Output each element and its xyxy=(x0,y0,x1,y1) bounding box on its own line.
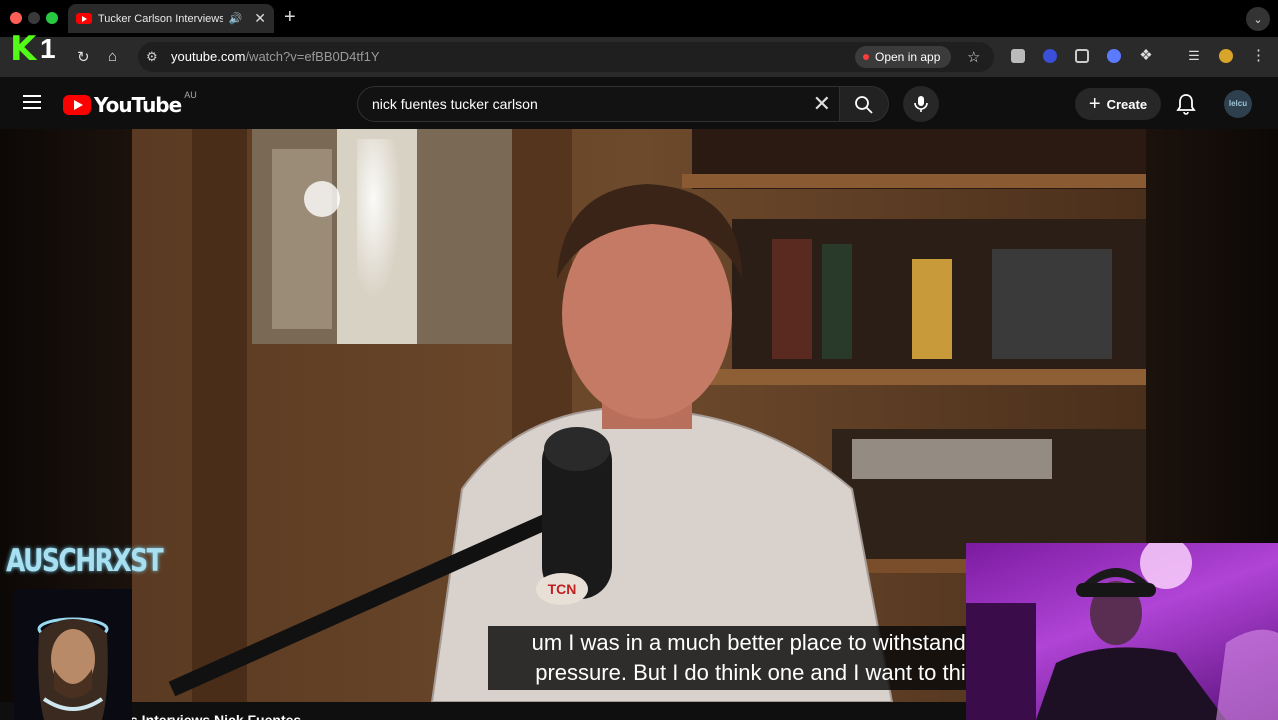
bookmark-star-icon[interactable]: ☆ xyxy=(967,48,980,66)
webcam-person-illustration xyxy=(966,543,1278,720)
search-input[interactable]: nick fuentes tucker carlson ✕ xyxy=(357,86,839,122)
search-icon xyxy=(855,96,873,114)
media-controls-icon[interactable]: ☰ xyxy=(1187,49,1201,63)
search-query[interactable]: nick fuentes tucker carlson xyxy=(372,96,538,112)
tab-close-icon[interactable]: ✕ xyxy=(254,10,266,27)
mic-flag-text: TCN xyxy=(548,581,577,597)
browser-menu-icon[interactable]: ⋮ xyxy=(1251,48,1266,63)
caption-line: um I was in a much better place to withs… xyxy=(531,630,1003,655)
tab-search-chevron-icon[interactable]: ⌄ xyxy=(1246,7,1270,31)
screen: Tucker Carlson Interviews Nick Fuentes 🔊… xyxy=(0,0,1278,720)
address-bar[interactable]: ⚙ youtube.com/watch?v=efBB0D4tf1Y Open i… xyxy=(138,42,994,72)
reload-icon[interactable]: ↻ xyxy=(77,48,90,66)
video-captions: um I was in a much better place to withs… xyxy=(488,626,1046,690)
open-in-app-button[interactable]: Open in app xyxy=(855,46,951,68)
account-avatar[interactable]: Ielcu xyxy=(1224,90,1252,118)
extension-icon[interactable] xyxy=(1043,49,1057,63)
browser-tab-strip: Tucker Carlson Interviews Nick Fuentes 🔊… xyxy=(0,0,1278,37)
window-maximize-button[interactable] xyxy=(46,12,58,24)
home-icon[interactable]: ⌂ xyxy=(108,48,117,65)
notifications-bell-icon[interactable] xyxy=(1176,93,1196,115)
stream-logo-letter: K xyxy=(10,29,37,69)
religious-portrait-overlay xyxy=(14,589,132,720)
extension-icon[interactable] xyxy=(1011,49,1025,63)
extension-icon[interactable] xyxy=(1107,49,1121,63)
plus-icon: + xyxy=(1088,93,1101,115)
new-tab-plus-icon[interactable]: + xyxy=(284,6,296,29)
video-title-fragment: s Interviews Nick Fuentes xyxy=(130,712,302,720)
streamer-brand-text: AUSCHRXST xyxy=(6,542,164,579)
hamburger-menu-icon[interactable] xyxy=(23,95,41,109)
create-label: Create xyxy=(1106,96,1148,112)
create-button[interactable]: + Create xyxy=(1075,88,1161,120)
youtube-header: YouTube AU nick fuentes tucker carlson ✕… xyxy=(0,77,1278,129)
speaker-icon[interactable]: 🔊 xyxy=(229,12,243,25)
browser-toolbar: K 1 ↻ ⌂ ⚙ youtube.com/watch?v=efBB0D4tf1… xyxy=(0,29,1278,77)
youtube-wordmark: YouTube xyxy=(94,93,182,117)
voice-search-button[interactable] xyxy=(903,86,939,122)
search-button[interactable] xyxy=(839,86,889,122)
extension-icon[interactable] xyxy=(1075,49,1089,63)
extensions-puzzle-icon[interactable]: ❖ xyxy=(1139,48,1153,63)
video-player[interactable]: TCN um I was in a much better place to w… xyxy=(0,129,1278,720)
streamer-webcam-overlay xyxy=(966,543,1278,720)
tab-title: Tucker Carlson Interviews Nick Fuentes xyxy=(98,12,223,25)
microphone-icon xyxy=(914,96,928,112)
country-code: AU xyxy=(184,90,197,100)
clear-search-icon[interactable]: ✕ xyxy=(813,91,831,117)
youtube-play-icon xyxy=(63,95,91,115)
address-url[interactable]: youtube.com/watch?v=efBB0D4tf1Y xyxy=(171,49,380,64)
caption-line: pressure. But I do think one and I want … xyxy=(535,660,999,685)
youtube-logo[interactable]: YouTube AU xyxy=(63,90,197,117)
site-info-icon[interactable]: ⚙ xyxy=(146,49,158,65)
profile-icon[interactable] xyxy=(1219,49,1233,63)
youtube-favicon-icon xyxy=(76,13,92,24)
stream-logo-digit: 1 xyxy=(40,33,56,64)
stream-logo-overlay: K 1 xyxy=(10,29,58,69)
window-minimize-button[interactable] xyxy=(28,12,40,24)
browser-tab-active[interactable]: Tucker Carlson Interviews Nick Fuentes 🔊… xyxy=(68,4,274,33)
window-close-button[interactable] xyxy=(10,12,22,24)
